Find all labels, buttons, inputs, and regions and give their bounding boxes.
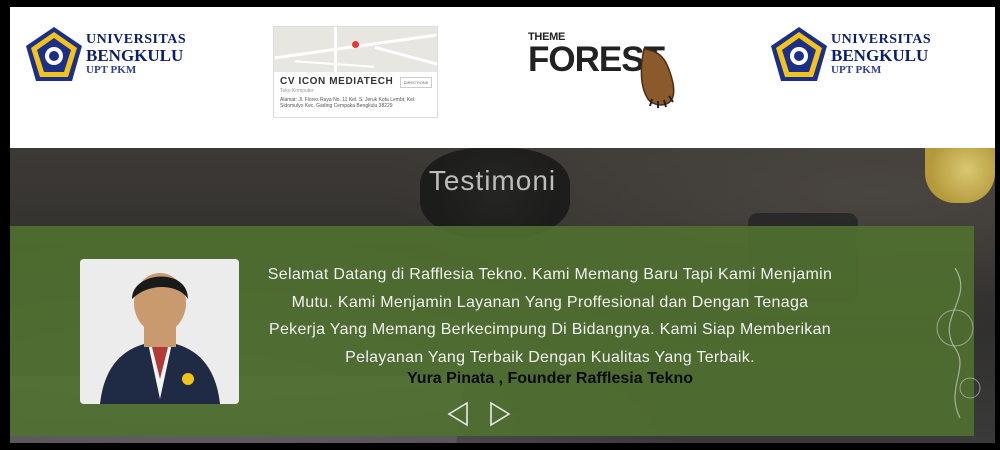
map-thumbnail (274, 27, 437, 72)
section-title: Testimoni (428, 165, 557, 196)
logo-text-line3: UPT PKM (831, 64, 882, 76)
university-seal-icon (771, 27, 827, 81)
partner-logos: UNIVERSITAS BENGKULU UPT PKM CV ICON MED… (10, 7, 995, 148)
testimonial-quote: Selamat Datang di Rafflesia Tekno. Kami … (230, 261, 870, 371)
quote-line: Selamat Datang di Rafflesia Tekno. Kami … (267, 266, 833, 283)
map-card-subtitle: Toko Komputer (280, 88, 314, 94)
universitas-bengkulu-logo-left[interactable]: UNIVERSITAS BENGKULU UPT PKM (24, 26, 199, 86)
universitas-bengkulu-logo-right[interactable]: UNIVERSITAS BENGKULU UPT PKM (769, 26, 944, 86)
earphone-decoration (936, 268, 981, 419)
chevron-right-icon (490, 401, 511, 427)
icon-mediatech-map-card[interactable]: CV ICON MEDIATECH Toko Komputer Alamat: … (273, 26, 438, 118)
testimonial-author: Yura Pinata , Founder Rafflesia Tekno (407, 370, 693, 387)
directions-button[interactable]: DIRECTIONS (400, 77, 432, 88)
chevron-left-icon (447, 401, 468, 427)
map-card-address: Alamat: Jl. Flores Raya No. 11 Kel. S. J… (280, 97, 416, 109)
university-seal-icon (26, 27, 82, 81)
testimonial-avatar (80, 259, 239, 404)
next-button[interactable] (488, 401, 512, 427)
logo-text-line2: BENGKULU (831, 46, 929, 65)
quote-line: Pelayanan Yang Terbaik Dengan Kualitas Y… (345, 348, 755, 366)
prev-button[interactable] (446, 401, 470, 427)
quote-line: Pekerja Yang Memang Berkecimpung Di Bida… (268, 321, 831, 338)
map-pin-icon (352, 41, 359, 48)
map-card-title: CV ICON MEDIATECH (280, 76, 394, 87)
bear-paw-icon (640, 48, 675, 108)
person-photo-icon (80, 259, 239, 404)
logo-text-line2: BENGKULU (86, 46, 184, 65)
quote-line: Mutu. Kami Menjamin Layanan Yang Proffes… (291, 293, 809, 311)
themeforest-logo[interactable]: THEME FOREST (528, 31, 678, 108)
logo-text-line3: UPT PKM (86, 64, 137, 76)
